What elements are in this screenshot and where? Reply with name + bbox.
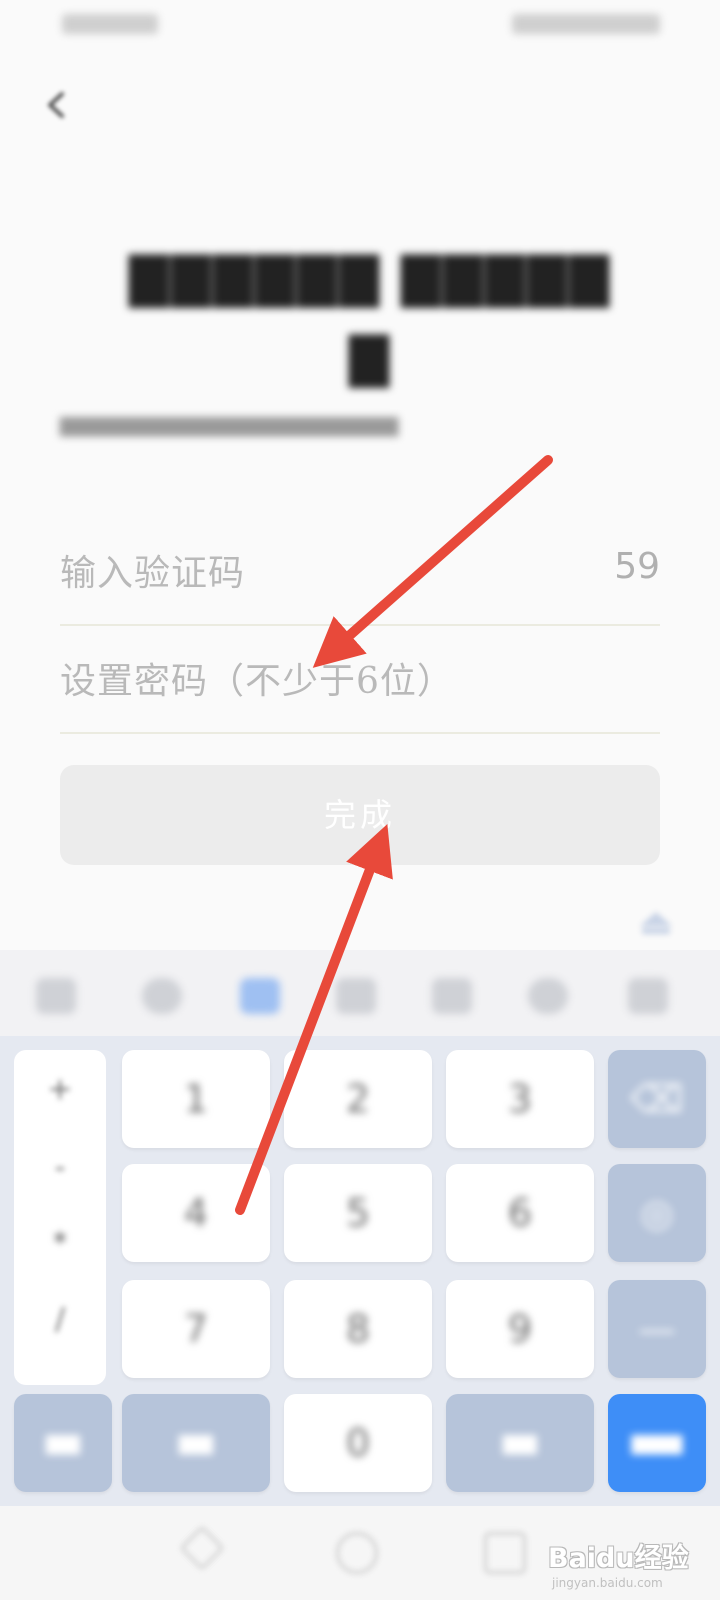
symbol-key[interactable]: * xyxy=(14,1226,106,1261)
emoji-key[interactable]: ◎ xyxy=(608,1164,706,1262)
nav-recents-icon[interactable] xyxy=(484,1532,526,1574)
clipboard-icon[interactable] xyxy=(336,978,376,1014)
page-title: ▇▇▇▇▇▇ ▇▇▇▇▇ ▇ xyxy=(129,248,611,388)
language-key[interactable]: ▆▆ xyxy=(122,1394,270,1492)
symbol-column[interactable]: + - * / xyxy=(14,1050,106,1385)
search-icon[interactable] xyxy=(528,978,568,1014)
key-4[interactable]: 4 xyxy=(122,1164,270,1262)
nav-home-icon[interactable] xyxy=(336,1532,378,1574)
status-bar xyxy=(0,0,720,52)
key-0[interactable]: 0 xyxy=(284,1394,432,1492)
key-7[interactable]: 7 xyxy=(122,1280,270,1378)
key-9[interactable]: 9 xyxy=(446,1280,594,1378)
space-key[interactable]: ▆▆ xyxy=(446,1394,594,1492)
voice-icon[interactable] xyxy=(240,978,280,1014)
baidu-watermark: Baidu经验 jingyan.baidu.com xyxy=(548,1518,716,1598)
verification-code-placeholder: 输入验证码 xyxy=(60,553,246,594)
done-button[interactable]: 完成 xyxy=(60,765,660,865)
keyboard-tool-icon[interactable] xyxy=(36,978,76,1014)
verification-code-field[interactable]: 输入验证码 59 xyxy=(60,516,660,626)
key-5[interactable]: 5 xyxy=(284,1164,432,1262)
password-placeholder: 设置密码（不少于6位） xyxy=(60,661,454,702)
symbols-key[interactable]: ▆▆ xyxy=(14,1394,112,1492)
key-3[interactable]: 3 xyxy=(446,1050,594,1148)
next-key[interactable]: ▆▆▆ xyxy=(608,1394,706,1492)
cursor-icon[interactable] xyxy=(432,978,472,1014)
keyboard-toolbar xyxy=(0,950,720,1040)
key-8[interactable]: 8 xyxy=(284,1280,432,1378)
clear-key[interactable]: — xyxy=(608,1280,706,1378)
settings-icon[interactable] xyxy=(628,978,668,1014)
emoji-icon[interactable] xyxy=(142,978,182,1014)
backspace-key[interactable]: ⌫ xyxy=(608,1050,706,1148)
status-bar-left xyxy=(62,14,158,34)
key-2[interactable]: 2 xyxy=(284,1050,432,1148)
page-subtitle: ▆▆▆▆▆▆▆▆▆▆▆▆▆▆▆▆▆▆▆▆ xyxy=(60,412,399,437)
keyboard-collapse-icon[interactable] xyxy=(636,906,676,938)
symbol-key[interactable]: - xyxy=(14,1150,106,1185)
symbol-key[interactable]: / xyxy=(14,1302,106,1337)
watermark-url: jingyan.baidu.com xyxy=(552,1576,663,1590)
status-bar-right xyxy=(512,14,660,34)
symbol-key[interactable]: + xyxy=(14,1072,106,1107)
resend-countdown: 59 xyxy=(614,546,660,587)
nav-back-icon[interactable] xyxy=(179,1525,225,1571)
key-6[interactable]: 6 xyxy=(446,1164,594,1262)
watermark-logo: Baidu经验 xyxy=(548,1543,689,1574)
back-icon[interactable] xyxy=(42,90,72,120)
password-field[interactable]: 设置密码（不少于6位） xyxy=(60,624,660,734)
key-1[interactable]: 1 xyxy=(122,1050,270,1148)
